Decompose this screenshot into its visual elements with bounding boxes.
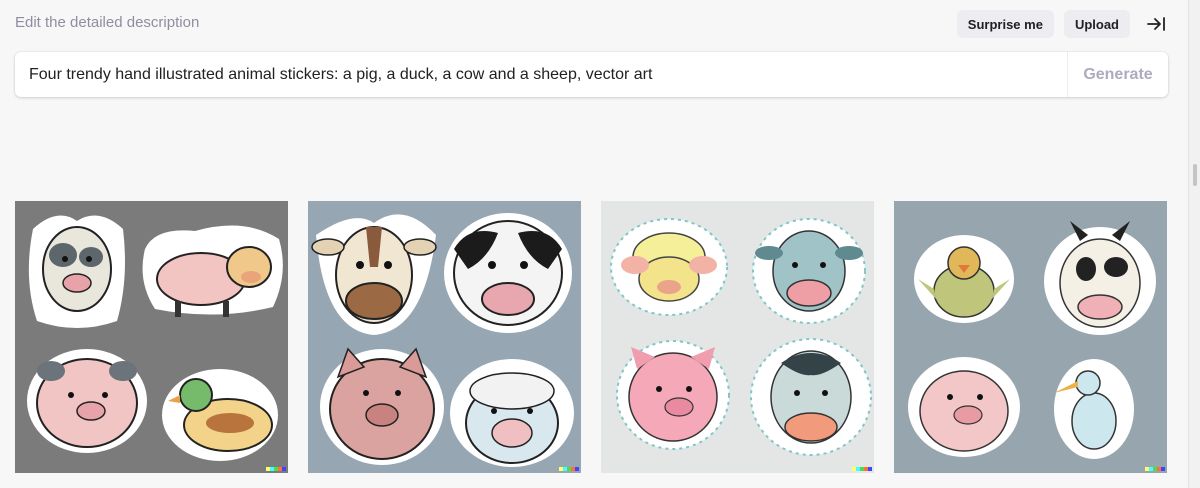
generate-button[interactable]: Generate	[1067, 52, 1168, 97]
upload-button[interactable]: Upload	[1063, 10, 1130, 38]
pig-sticker	[27, 349, 147, 453]
cow-sticker	[28, 215, 125, 328]
cow-sticker	[752, 218, 866, 324]
dalle-watermark	[852, 467, 872, 471]
prompt-input[interactable]: Four trendy hand illustrated animal stic…	[15, 52, 1067, 97]
result-image-2[interactable]	[308, 201, 581, 473]
cow-sticker	[444, 213, 572, 333]
sheep-sticker	[450, 359, 574, 467]
dalle-watermark	[266, 467, 286, 471]
results-grid	[15, 201, 1167, 473]
duck-sticker	[1054, 359, 1134, 459]
page-heading: Edit the detailed description	[15, 14, 200, 31]
duck-sticker	[914, 235, 1014, 323]
result-image-3[interactable]	[601, 201, 874, 473]
scrollbar-thumb[interactable]	[1193, 164, 1197, 186]
sticker-sheet-image	[894, 201, 1167, 473]
pig-sticker	[908, 357, 1020, 457]
pig-sticker	[142, 225, 283, 317]
dalle-watermark	[559, 467, 579, 471]
prompt-bar: Four trendy hand illustrated animal stic…	[15, 52, 1168, 97]
pig-sticker	[616, 340, 730, 450]
sticker-sheet-image	[15, 201, 288, 473]
result-image-1[interactable]	[15, 201, 288, 473]
sticker-sheet-image	[308, 201, 581, 473]
dalle-watermark	[1145, 467, 1165, 471]
sticker-sheet-image	[601, 201, 874, 473]
page-scrollbar[interactable]	[1188, 0, 1200, 488]
result-image-4[interactable]	[894, 201, 1167, 473]
duck-sticker	[162, 369, 278, 461]
toolbar: Surprise me Upload	[956, 10, 1170, 38]
surprise-me-button[interactable]: Surprise me	[956, 10, 1054, 38]
sheep-sticker	[610, 218, 728, 316]
dalle-editor: Edit the detailed description Surprise m…	[0, 0, 1200, 488]
cow-sticker	[750, 338, 872, 456]
collapse-panel-icon[interactable]	[1144, 11, 1170, 37]
pig-sticker	[320, 347, 444, 465]
